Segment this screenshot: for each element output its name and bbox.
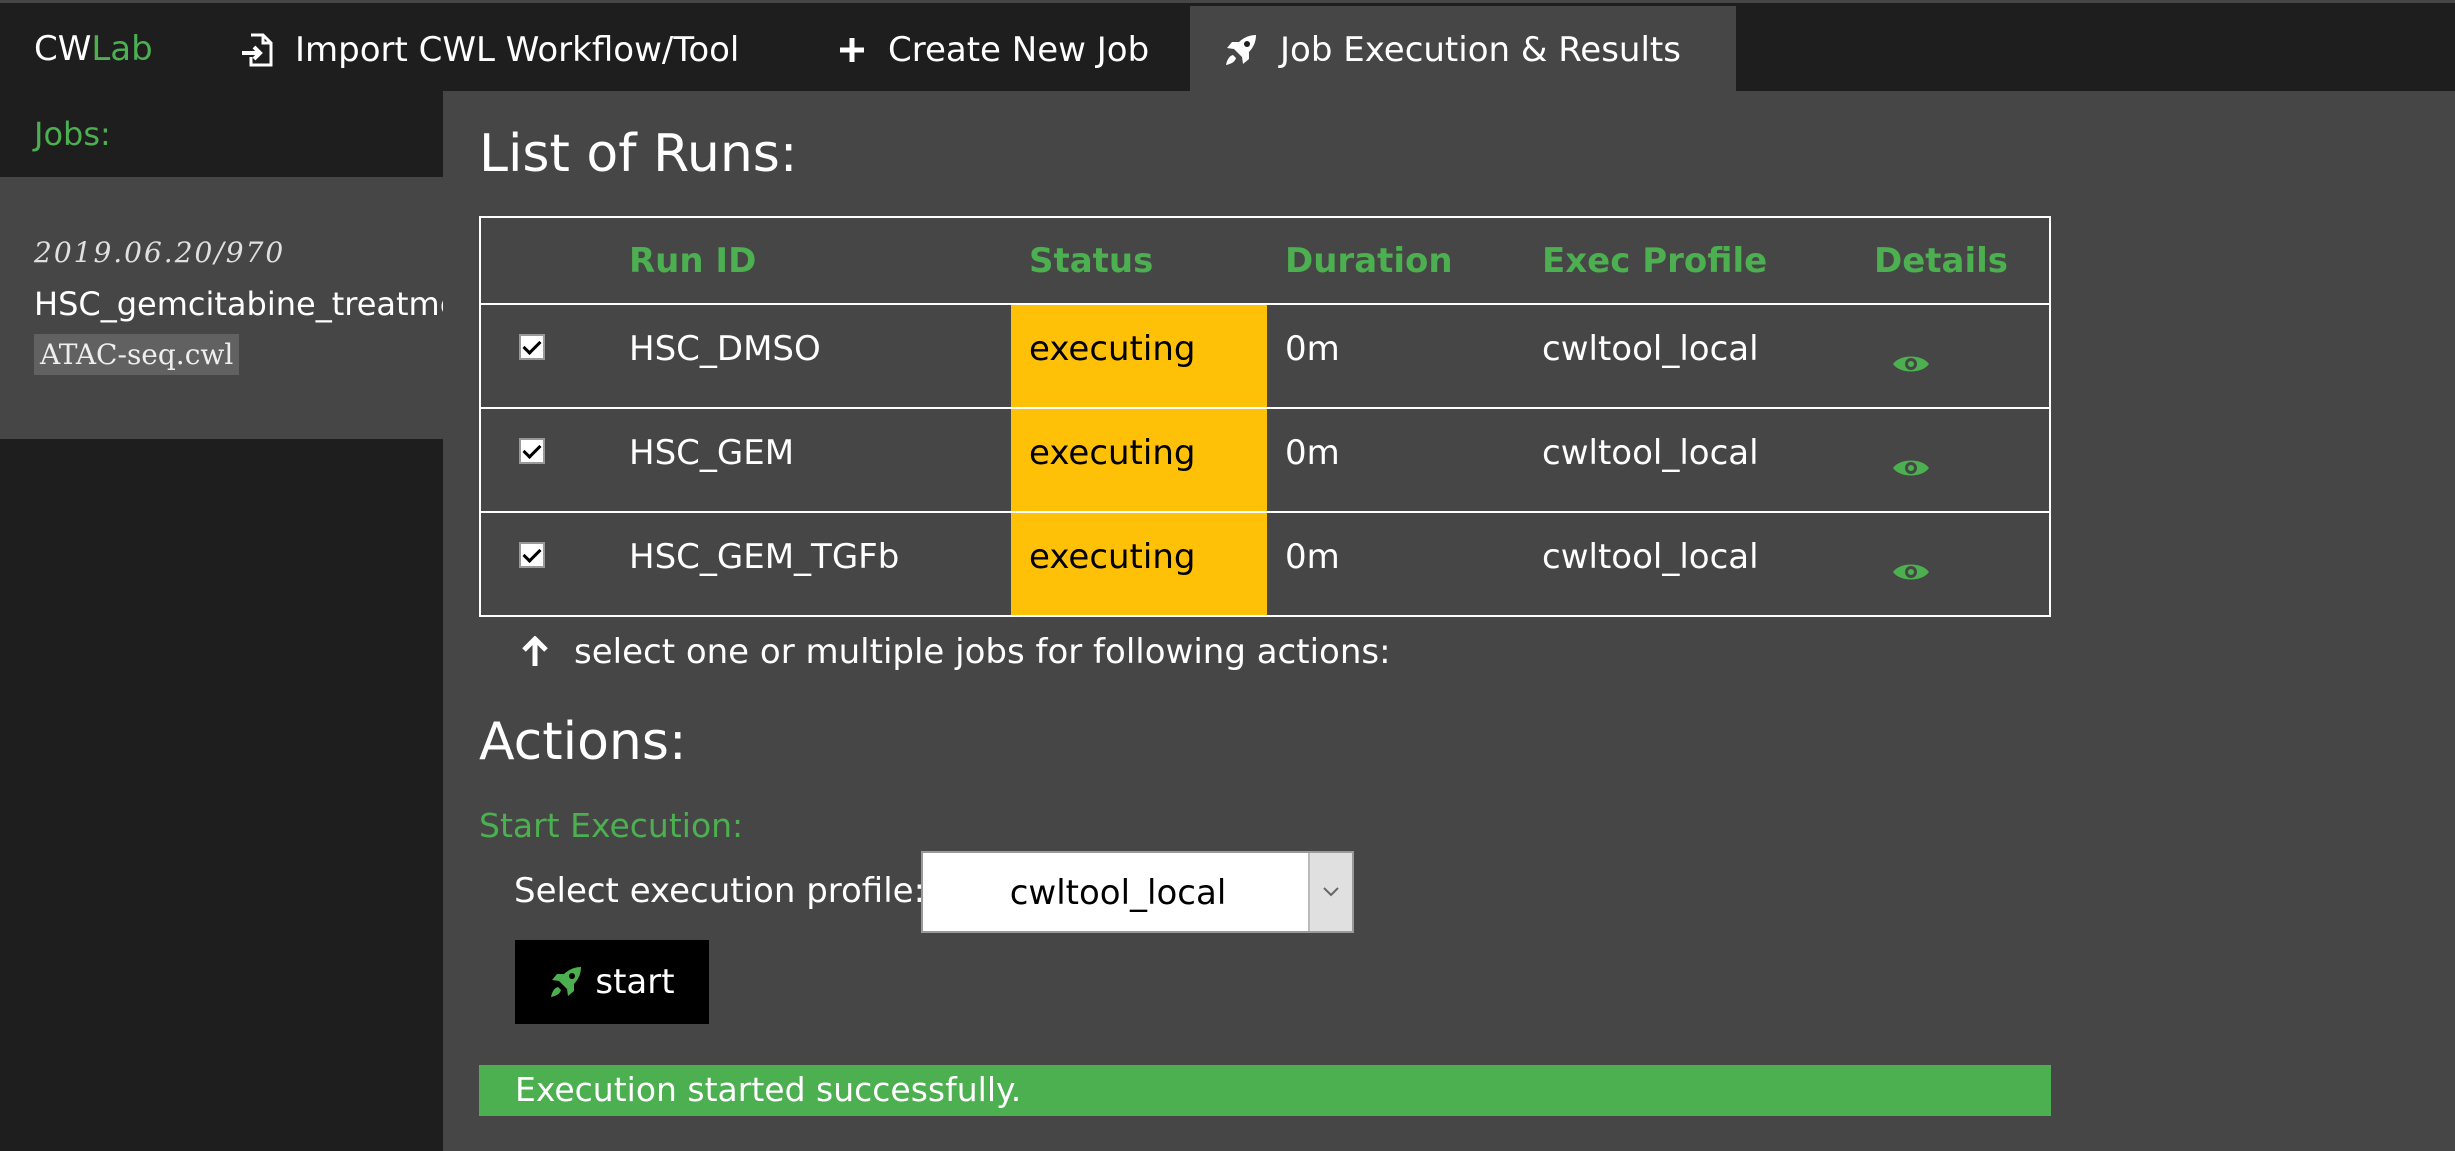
exec-profile-cell: cwltool_local [1542, 537, 1759, 577]
actions-title: Actions: [479, 712, 687, 772]
header-exec-profile: Exec Profile [1524, 217, 1856, 305]
nav-create-label: Create New Job [888, 30, 1150, 70]
table-row: HSC_GEM executing 0m cwltool_local [480, 408, 2050, 513]
duration-cell: 0m [1285, 537, 1340, 577]
status-cell: executing [1011, 512, 1267, 616]
run-id-cell: HSC_GEM [611, 408, 1011, 513]
details-cell [1856, 304, 2050, 409]
row-select-cell [480, 304, 611, 409]
job-list-item[interactable]: 2019.06.20/970 HSC_gemcitabine_treatment… [0, 177, 443, 439]
duration-cell: 0m [1267, 408, 1524, 513]
nav-import-workflow[interactable]: Import CWL Workflow/Tool [207, 6, 773, 94]
row-checkbox[interactable] [519, 542, 545, 568]
rocket-icon [1226, 35, 1256, 65]
status-cell: executing [1011, 304, 1267, 409]
selection-hint: select one or multiple jobs for followin… [520, 632, 1391, 672]
row-select-cell [480, 512, 611, 616]
nav-job-execution[interactable]: Job Execution & Results [1190, 6, 1736, 94]
table-row: HSC_GEM_TGFb executing 0m cwltool_local [480, 512, 2050, 616]
run-id-cell: HSC_GEM_TGFb [629, 537, 900, 577]
selection-hint-text: select one or multiple jobs for followin… [574, 632, 1391, 672]
eye-icon[interactable] [1892, 449, 1930, 489]
job-name: HSC_gemcitabine_treatment [34, 285, 443, 323]
header-status: Status [1011, 217, 1267, 305]
eye-icon[interactable] [1892, 345, 1930, 385]
nav-execution-label: Job Execution & Results [1280, 30, 1681, 70]
header-details: Details [1856, 217, 2050, 305]
start-button-label: start [595, 962, 675, 1002]
brand-cw: CW [34, 29, 92, 69]
runs-table: Run ID Status Duration Exec Profile Deta… [479, 216, 2051, 617]
row-checkbox[interactable] [519, 334, 545, 360]
status-cell: executing [1011, 408, 1267, 513]
duration-cell: 0m [1267, 304, 1524, 409]
chevron-down-icon[interactable] [1308, 853, 1352, 931]
details-cell [1856, 408, 2050, 513]
start-button[interactable]: start [515, 940, 709, 1024]
eye-icon[interactable] [1892, 553, 1930, 593]
details-cell [1856, 512, 2050, 616]
header-run-id: Run ID [611, 217, 1011, 305]
exec-profile-cell: cwltool_local [1524, 304, 1856, 409]
run-id-cell: HSC_DMSO [611, 304, 1011, 409]
exec-profile-select[interactable]: cwltool_local [921, 851, 1354, 933]
success-message: Execution started successfully. [479, 1065, 2051, 1116]
exec-profile-value: cwltool_local [1009, 873, 1227, 913]
plus-icon [840, 38, 864, 62]
start-execution-heading: Start Execution: [479, 806, 744, 845]
header-select [480, 217, 611, 305]
jobs-sidebar: Jobs: 2019.06.20/970 HSC_gemcitabine_tre… [0, 91, 443, 1151]
nav-create-job[interactable]: Create New Job [804, 6, 1183, 94]
job-date: 2019.06.20/970 [34, 236, 286, 269]
top-navbar: CWLab Import CWL Workflow/Tool Create Ne… [0, 0, 2455, 94]
exec-profile-cell: cwltool_local [1524, 408, 1856, 513]
table-header-row: Run ID Status Duration Exec Profile Deta… [480, 217, 2050, 305]
file-import-icon [242, 33, 273, 67]
job-cwl-file: ATAC-seq.cwl [34, 334, 240, 375]
profile-label: Select execution profile: [514, 871, 926, 911]
brand-lab: Lab [91, 29, 153, 69]
header-duration: Duration [1267, 217, 1524, 305]
page-title: List of Runs: [479, 124, 798, 184]
sidebar-title: Jobs: [34, 115, 111, 153]
row-select-cell [480, 408, 611, 513]
rocket-icon [551, 967, 582, 997]
nav-import-label: Import CWL Workflow/Tool [295, 30, 740, 70]
row-checkbox[interactable] [519, 438, 545, 464]
arrow-up-icon [522, 636, 548, 666]
brand-logo[interactable]: CWLab [34, 29, 153, 69]
table-row: HSC_DMSO executing 0m cwltool_local [480, 304, 2050, 409]
